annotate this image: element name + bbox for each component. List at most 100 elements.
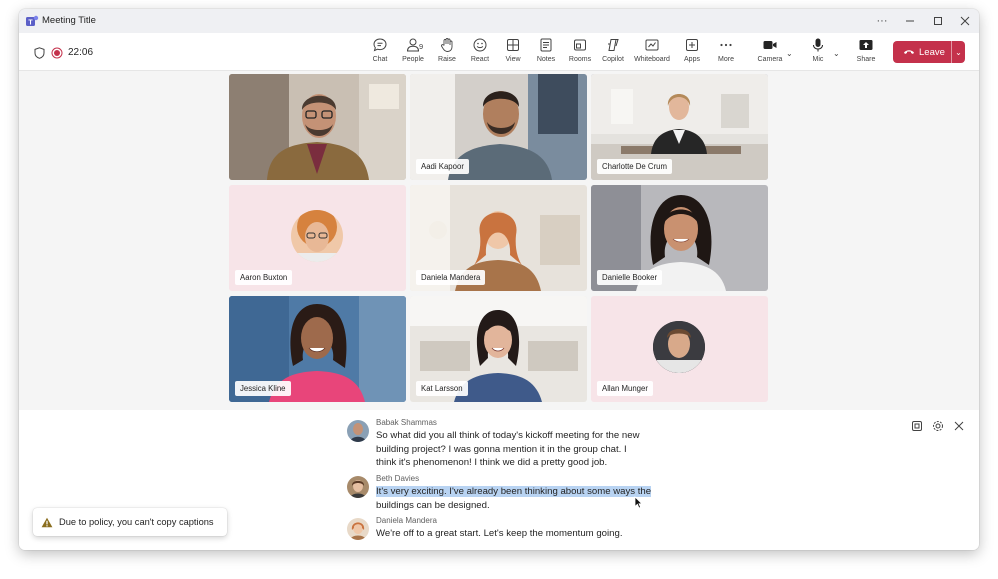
avatar — [347, 476, 369, 498]
mic-button[interactable]: Mic — [798, 35, 838, 69]
caption-line: buildings can be designed. — [376, 499, 490, 511]
teams-logo-icon: T — [26, 15, 39, 26]
policy-toast: Due to policy, you can't copy captions — [33, 508, 227, 536]
live-captions-panel: Babak Shammas So what did you all think … — [19, 410, 979, 550]
share-label: Share — [856, 56, 876, 63]
window-title: Meeting Title — [42, 15, 96, 26]
participant-tile-active-speaker[interactable]: Charlotte De Crum — [591, 74, 768, 180]
mic-options-chevron-icon[interactable]: ⌄ — [833, 49, 840, 58]
participant-tile[interactable]: Aadi Kapoor — [410, 74, 587, 180]
participant-tile[interactable] — [229, 74, 406, 180]
recording-icon — [51, 47, 63, 59]
svg-text:T: T — [28, 19, 33, 26]
leave-button-group: Leave ⌄ — [893, 41, 965, 63]
leave-options-chevron-icon[interactable]: ⌄ — [952, 41, 965, 63]
whiteboard-label: Whiteboard — [634, 56, 670, 63]
caption-speaker: Beth Davies — [376, 474, 420, 483]
participant-name: Aaron Buxton — [235, 270, 293, 285]
caption-line: So what did you all think of today's kic… — [376, 430, 640, 441]
whiteboard-icon — [645, 39, 659, 51]
participant-tile[interactable]: Daniela Mandera — [410, 185, 587, 291]
caption-speaker: Babak Shammas — [376, 418, 437, 427]
captions-popout-button[interactable] — [909, 418, 925, 434]
people-label: People — [402, 56, 424, 63]
title-more-button[interactable]: ··· — [868, 9, 896, 33]
participant-name: Aadi Kapoor — [416, 159, 469, 174]
chat-label: Chat — [372, 56, 388, 63]
camera-icon — [763, 41, 777, 49]
caption-line: think it's phenomenon! I think we did a … — [376, 457, 608, 468]
apps-icon — [686, 39, 698, 51]
participant-tile[interactable]: Allan Munger — [591, 296, 768, 402]
more-dots-icon: ··· — [876, 15, 888, 27]
participant-name: Daniela Mandera — [416, 270, 486, 285]
shield-icon[interactable] — [34, 47, 45, 59]
minimize-icon — [906, 20, 914, 22]
avatar — [347, 518, 369, 540]
copilot-label: Copilot — [602, 56, 624, 63]
caption-entry: Babak Shammas So what did you all think … — [347, 418, 667, 478]
more-label: More — [718, 56, 734, 63]
warning-icon — [41, 517, 53, 527]
gear-icon — [933, 421, 943, 431]
raise-hand-icon — [441, 38, 453, 52]
mic-icon — [813, 38, 823, 52]
participant-name: Kat Larsson — [416, 381, 468, 396]
caption-line: We're off to a great start. Let's keep t… — [376, 528, 623, 539]
teams-meeting-window: T Meeting Title ··· 22:06 Chat People 9 … — [19, 9, 979, 550]
caption-text[interactable]: So what did you all think of today's kic… — [376, 429, 666, 470]
camera-button[interactable]: Camera — [750, 35, 790, 69]
more-icon — [720, 43, 732, 47]
title-bar: T Meeting Title ··· — [19, 9, 979, 33]
share-button[interactable]: Share — [846, 35, 886, 69]
participant-name: Allan Munger — [597, 381, 653, 396]
video-stage: Aadi Kapoor Charlotte De Crum Aaron Buxt… — [19, 71, 979, 410]
whiteboard-button[interactable]: Whiteboard — [632, 35, 672, 69]
meeting-timer: 22:06 — [68, 47, 94, 58]
avatar — [347, 420, 369, 442]
copilot-button[interactable]: Copilot — [593, 35, 633, 69]
captions-settings-button[interactable] — [930, 418, 946, 434]
participant-tile[interactable]: Aaron Buxton — [229, 185, 406, 291]
mic-label: Mic — [812, 56, 824, 63]
share-icon — [859, 40, 873, 50]
close-window-button[interactable] — [951, 9, 979, 33]
view-icon — [507, 39, 519, 51]
participant-tile[interactable]: Jessica Kline — [229, 296, 406, 402]
react-icon — [473, 38, 487, 52]
camera-options-chevron-icon[interactable]: ⌄ — [786, 49, 793, 58]
raise-label: Raise — [438, 56, 456, 63]
react-label: React — [470, 56, 490, 63]
captions-close-button[interactable] — [951, 418, 967, 434]
chat-icon — [373, 38, 387, 52]
caption-text[interactable]: It's very exciting. I've already been th… — [376, 485, 666, 512]
apps-label: Apps — [684, 56, 700, 63]
popout-icon — [912, 421, 922, 431]
notes-label: Notes — [536, 56, 556, 63]
leave-button[interactable]: Leave — [893, 41, 951, 63]
minimize-button[interactable] — [896, 9, 924, 33]
caption-text[interactable]: We're off to a great start. Let's keep t… — [376, 527, 666, 541]
selected-caption-text: It's very exciting. I've already been th… — [376, 486, 652, 497]
rooms-icon — [574, 39, 586, 51]
caption-entry: Daniela Mandera We're off to a great sta… — [347, 516, 667, 546]
more-button[interactable]: More — [706, 35, 746, 69]
participant-name: Jessica Kline — [235, 381, 291, 396]
mouse-cursor-icon — [634, 496, 643, 509]
participant-tile[interactable]: Danielle Booker — [591, 185, 768, 291]
participant-video — [229, 74, 406, 180]
close-icon — [954, 421, 964, 431]
maximize-icon — [934, 17, 942, 25]
notes-icon — [540, 38, 552, 52]
participant-tile[interactable]: Kat Larsson — [410, 296, 587, 402]
meeting-toolbar: 22:06 Chat People 9 Raise React View Not… — [19, 33, 979, 71]
view-label: View — [505, 56, 521, 63]
caption-line: building project? I was gonna mention it… — [376, 443, 627, 455]
copilot-icon — [608, 39, 619, 51]
people-count: 9 — [419, 42, 424, 51]
maximize-button[interactable] — [924, 9, 952, 33]
toast-message: Due to policy, you can't copy captions — [59, 517, 214, 527]
caption-speaker: Daniela Mandera — [376, 516, 437, 525]
participant-name: Danielle Booker — [597, 270, 663, 285]
camera-label: Camera — [757, 56, 783, 63]
